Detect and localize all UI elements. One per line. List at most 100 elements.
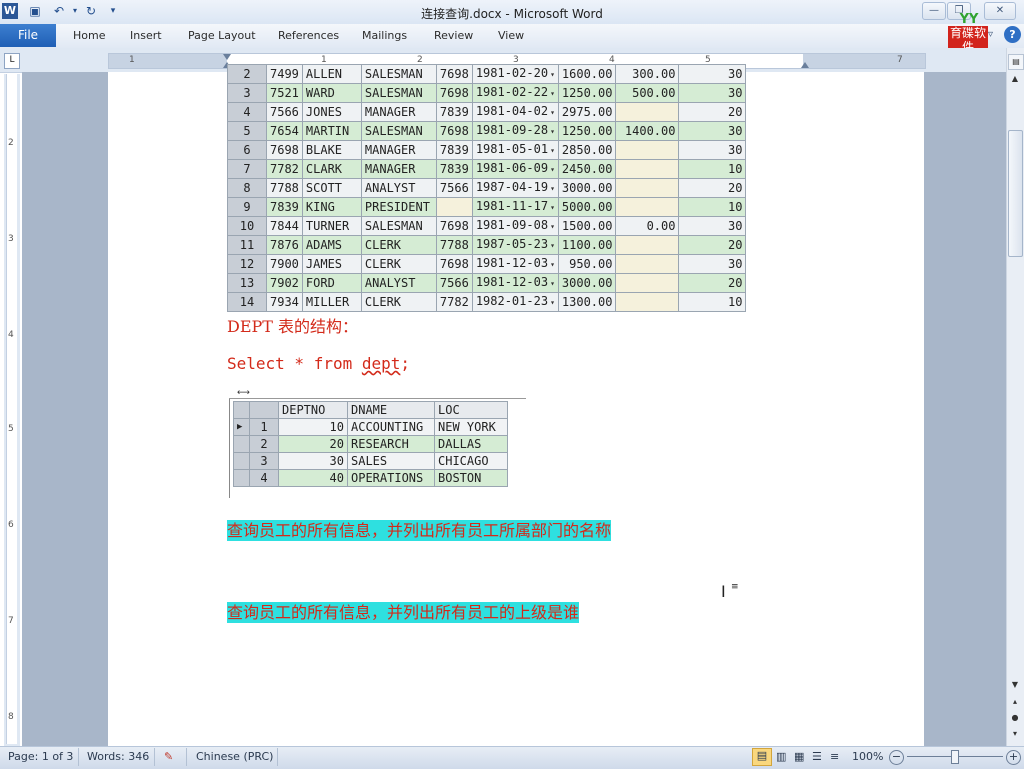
- tab-insert[interactable]: Insert: [130, 29, 162, 42]
- ruler-margin-left: [109, 54, 227, 68]
- next-page-icon[interactable]: ▾: [1008, 727, 1022, 741]
- cell-n: 2: [227, 64, 267, 84]
- scrollbar-thumb[interactable]: [1008, 130, 1023, 257]
- date-dropdown-icon[interactable]: ▾: [550, 146, 555, 155]
- row-selector[interactable]: [233, 435, 250, 453]
- cell-mgr: 7698: [435, 83, 473, 103]
- move-handle-icon[interactable]: ⟷: [237, 388, 250, 398]
- cell-date: 1981-09-28 ▾: [471, 121, 559, 141]
- tab-file[interactable]: File: [0, 24, 56, 47]
- cell-deptno: 30: [678, 121, 747, 141]
- web-layout-icon[interactable]: ▦: [794, 750, 804, 763]
- page-count[interactable]: Page: 1 of 3: [8, 750, 73, 763]
- cell-ename: JONES: [301, 102, 362, 122]
- date-dropdown-icon[interactable]: ▾: [550, 203, 555, 212]
- col-header-dname[interactable]: DNAME: [347, 401, 435, 419]
- tab-home[interactable]: Home: [73, 29, 105, 42]
- sql-prefix: Select * from: [227, 354, 362, 373]
- cell-empno: 7499: [266, 64, 303, 84]
- date-dropdown-icon[interactable]: ▾: [550, 89, 555, 98]
- date-dropdown-icon[interactable]: ▾: [550, 70, 555, 79]
- cell-text: CLARK: [305, 162, 343, 176]
- cell-n: 7: [227, 159, 267, 179]
- help-icon[interactable]: ?: [1004, 26, 1021, 43]
- cell-sal: 2975.00: [557, 102, 617, 122]
- row-selector-arrow-icon[interactable]: ▶: [233, 418, 250, 436]
- tab-view[interactable]: View: [498, 29, 524, 42]
- date-dropdown-icon[interactable]: ▾: [550, 222, 555, 231]
- table-row[interactable]: 4 40 OPERATIONS BOSTON: [233, 469, 508, 487]
- cell-text: 1250.00: [561, 124, 613, 138]
- cell-n: 10: [227, 216, 267, 236]
- row-selector[interactable]: [233, 452, 250, 470]
- minimize-button[interactable]: —: [922, 2, 946, 20]
- status-separator: [78, 748, 79, 766]
- cell-text: 7788: [439, 238, 469, 252]
- zoom-out-icon[interactable]: −: [889, 750, 904, 765]
- date-dropdown-icon[interactable]: ▾: [550, 298, 555, 307]
- table-row[interactable]: 2 20 RESEARCH DALLAS: [233, 435, 508, 453]
- cell-sal: 950.00: [557, 254, 617, 274]
- table-row[interactable]: 3 30 SALES CHICAGO: [233, 452, 508, 470]
- draft-icon[interactable]: ≡: [830, 750, 839, 763]
- date-dropdown-icon[interactable]: ▾: [550, 279, 555, 288]
- date-dropdown-icon[interactable]: ▾: [550, 165, 555, 174]
- scroll-down-icon[interactable]: ▼: [1008, 678, 1022, 692]
- scroll-up-icon[interactable]: ▲: [1008, 72, 1022, 86]
- ribbon-collapse-icon[interactable]: ▿: [988, 29, 993, 40]
- view-ruler-toggle-icon[interactable]: ▤: [1008, 54, 1024, 70]
- cell-text: 500.00: [632, 86, 676, 100]
- print-layout-icon[interactable]: ▤: [752, 748, 772, 766]
- cell-text: MARTIN: [305, 124, 350, 138]
- tab-review[interactable]: Review: [434, 29, 473, 42]
- date-dropdown-icon[interactable]: ▾: [550, 184, 555, 193]
- cell-comm: 300.00: [615, 64, 680, 84]
- cell-empno: 7876: [266, 235, 303, 255]
- cell-dname: OPERATIONS: [347, 469, 435, 487]
- row-selector[interactable]: [233, 469, 250, 487]
- proofing-icon[interactable]: ✎: [164, 750, 173, 763]
- language[interactable]: Chinese (PRC): [196, 750, 273, 763]
- cell-comm: [615, 197, 680, 217]
- cell-text: 20: [728, 181, 743, 195]
- cell-text: SALESMAN: [364, 219, 423, 233]
- cell-comm: 0.00: [615, 216, 680, 236]
- full-screen-reading-icon[interactable]: ▥: [776, 750, 786, 763]
- cell-job: CLERK: [360, 292, 437, 312]
- cell-text: 7902: [270, 276, 299, 290]
- cell-text: 30: [728, 86, 743, 100]
- cell-sal: 3000.00: [557, 178, 617, 198]
- date-dropdown-icon[interactable]: ▾: [550, 260, 555, 269]
- cell-text: MILLER: [305, 295, 350, 309]
- date-dropdown-icon[interactable]: ▾: [550, 241, 555, 250]
- query-2-text: 查询员工的所有信息，并列出所有员工的上级是谁: [227, 602, 580, 623]
- cell-deptno: 20: [278, 435, 348, 453]
- first-line-indent-marker[interactable]: [223, 54, 231, 60]
- cell-text: 1981-09-28: [475, 123, 549, 137]
- zoom-in-icon[interactable]: +: [1006, 750, 1021, 765]
- date-dropdown-icon[interactable]: ▾: [550, 127, 555, 136]
- tab-selector[interactable]: L: [4, 53, 20, 69]
- tab-page-layout[interactable]: Page Layout: [188, 29, 256, 42]
- zoom-slider-thumb[interactable]: [951, 750, 959, 764]
- cell-text: KING: [305, 200, 335, 214]
- cell-mgr: 7566: [435, 178, 473, 198]
- outline-icon[interactable]: ☰: [812, 750, 822, 763]
- right-indent-marker[interactable]: [801, 62, 809, 68]
- cell-text: 1981-02-22: [475, 85, 549, 99]
- table-row[interactable]: ▶ 1 10 ACCOUNTING NEW YORK: [233, 418, 508, 436]
- previous-page-icon[interactable]: ▴: [1008, 695, 1022, 709]
- word-count[interactable]: Words: 346: [87, 750, 149, 763]
- tab-references[interactable]: References: [278, 29, 339, 42]
- col-header-loc[interactable]: LOC: [434, 401, 508, 419]
- date-dropdown-icon[interactable]: ▾: [550, 108, 555, 117]
- tab-mailings[interactable]: Mailings: [362, 29, 407, 42]
- browse-object-icon[interactable]: ●: [1008, 711, 1022, 725]
- cell-ename: MILLER: [301, 292, 362, 312]
- col-header-deptno[interactable]: DEPTNO: [278, 401, 348, 419]
- cell-text: 7698: [439, 219, 469, 233]
- zoom-level[interactable]: 100%: [852, 750, 883, 763]
- cell-text: 10: [728, 200, 743, 214]
- close-button[interactable]: ✕: [984, 2, 1016, 20]
- cell-text: 1300.00: [561, 295, 613, 309]
